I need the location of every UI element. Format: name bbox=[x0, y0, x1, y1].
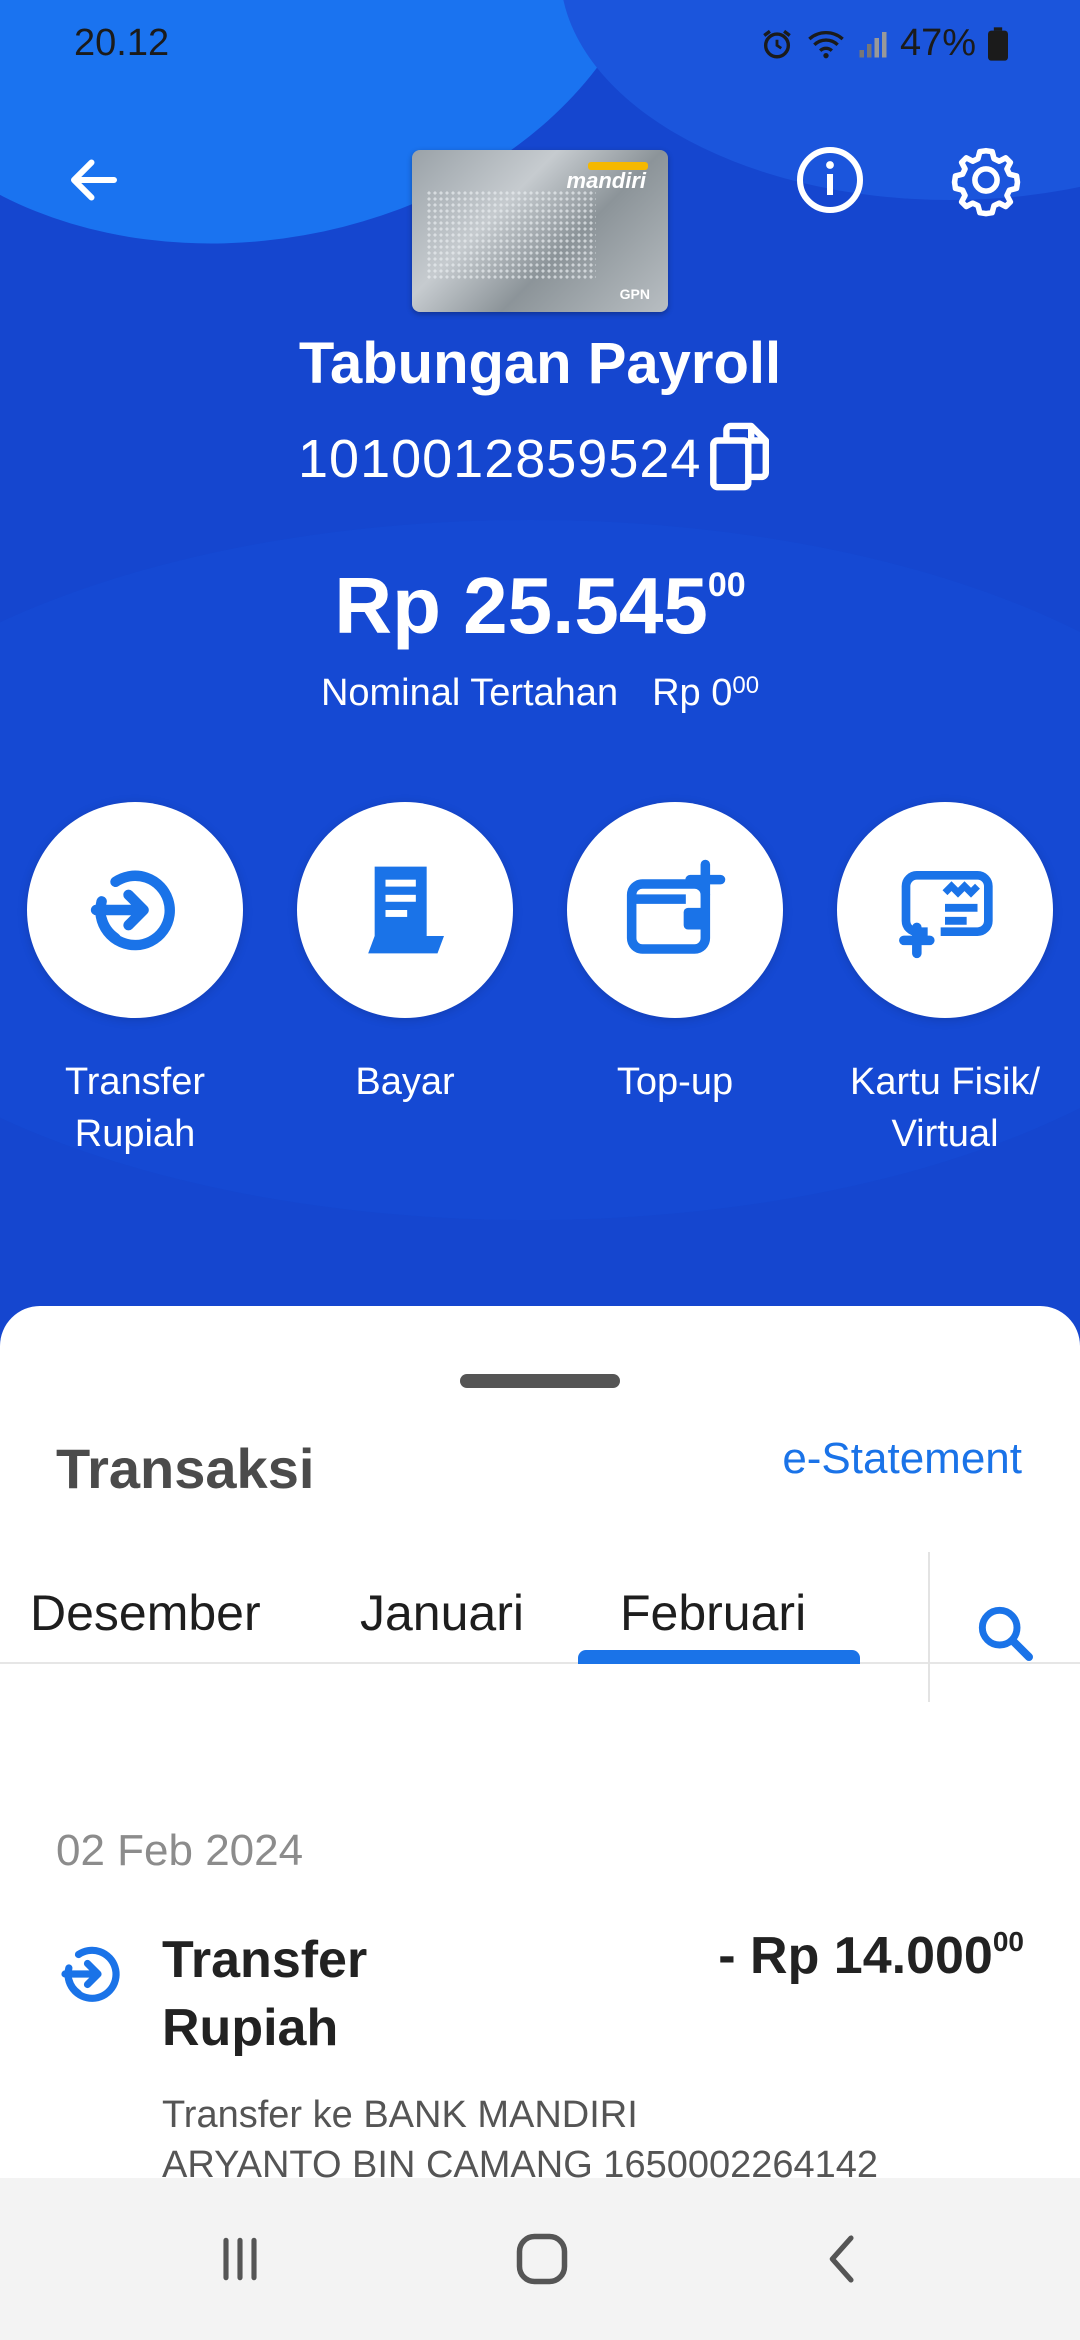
held-label: Nominal Tertahan bbox=[320, 672, 619, 714]
back-button[interactable] bbox=[54, 140, 134, 220]
info-button[interactable] bbox=[790, 140, 870, 220]
info-icon bbox=[797, 147, 863, 213]
tab-januari[interactable]: Januari bbox=[360, 1584, 524, 1642]
transaction-amount-value: - Rp 14.000 bbox=[718, 1927, 993, 1985]
copy-icon bbox=[710, 422, 769, 491]
action-icon-circle[interactable] bbox=[837, 802, 1053, 1018]
transaction-name-line2: Rupiah bbox=[162, 1999, 339, 2057]
settings-button[interactable] bbox=[946, 140, 1026, 220]
month-tabs: Desember Januari Februari bbox=[0, 1546, 1080, 1702]
transaction-amount: - Rp 14.00000 bbox=[718, 1926, 1024, 1986]
action-label-line1: Kartu Fisik/ bbox=[849, 1061, 1041, 1103]
action-transfer-rupiah[interactable]: Transfer Rupiah bbox=[0, 802, 270, 1160]
transaction-amount-cents: 00 bbox=[992, 1926, 1024, 1957]
card-add-icon bbox=[899, 871, 993, 959]
action-label-line1: Bayar bbox=[355, 1061, 455, 1103]
transaction-description: Transfer ke BANK MANDIRI ARYANTO BIN CAMA… bbox=[162, 2090, 878, 2190]
arrow-left-icon bbox=[71, 159, 117, 201]
card-map-pattern bbox=[426, 190, 596, 280]
search-icon bbox=[978, 1606, 1033, 1661]
copy-account-button[interactable] bbox=[706, 420, 776, 496]
action-bayar[interactable]: Bayar bbox=[270, 802, 540, 1108]
held-amount: Rp 0 bbox=[652, 672, 733, 714]
action-label-line2: Rupiah bbox=[74, 1113, 196, 1155]
transaction-desc-line1: Transfer ke BANK MANDIRI bbox=[162, 2094, 638, 2136]
sheet-drag-handle[interactable] bbox=[460, 1374, 620, 1388]
transaction-name-line1: Transfer bbox=[162, 1931, 368, 1989]
system-nav-bar bbox=[0, 2178, 1080, 2340]
tab-desember[interactable]: Desember bbox=[30, 1584, 261, 1642]
held-balance: Nominal Tertahan Rp 000 bbox=[0, 672, 1080, 715]
transaction-date-header: 02 Feb 2024 bbox=[56, 1826, 304, 1875]
battery-percent: 47% bbox=[899, 22, 976, 64]
action-label-line1: Top-up bbox=[616, 1061, 734, 1103]
bill-icon bbox=[368, 866, 444, 954]
alarm-icon bbox=[760, 27, 794, 61]
action-label: Transfer Rupiah bbox=[0, 1056, 270, 1160]
action-label: Top-up bbox=[540, 1056, 810, 1108]
account-title: Tabungan Payroll bbox=[298, 331, 782, 396]
account-number: 1010012859524 bbox=[298, 429, 702, 489]
active-tab-indicator bbox=[578, 1650, 860, 1664]
signal-icon bbox=[858, 27, 888, 61]
action-kartu-fisik-virtual[interactable]: Kartu Fisik/Virtual bbox=[810, 802, 1080, 1160]
gear-icon bbox=[951, 147, 1021, 217]
transactions-title: Transaksi bbox=[56, 1437, 315, 1500]
balance-amount: Rp 25.545 bbox=[334, 561, 708, 650]
account-balance: Rp 25.54500 bbox=[0, 560, 1080, 652]
status-icons: 47% bbox=[760, 22, 1008, 65]
card-network-logo: GPN bbox=[619, 286, 650, 302]
action-icon-circle[interactable] bbox=[297, 802, 513, 1018]
search-button[interactable] bbox=[970, 1598, 1040, 1668]
card-brand-logo: mandiri bbox=[566, 168, 646, 193]
action-label-line2: Virtual bbox=[891, 1113, 999, 1155]
estatement-link[interactable]: e-Statement bbox=[782, 1434, 1022, 1484]
action-label: Bayar bbox=[270, 1056, 540, 1108]
held-cents: 00 bbox=[732, 672, 760, 699]
action-icon-circle[interactable] bbox=[567, 802, 783, 1018]
transfer-icon bbox=[56, 1938, 128, 2015]
recent-apps-button[interactable] bbox=[200, 2224, 280, 2294]
transaction-name: Transfer Rupiah bbox=[162, 1926, 462, 2062]
home-icon bbox=[516, 2233, 568, 2285]
chevron-left-icon bbox=[829, 2235, 854, 2283]
status-bar: 20.12 47% bbox=[0, 0, 1080, 84]
wifi-icon bbox=[806, 27, 846, 61]
action-topup[interactable]: Top-up bbox=[540, 802, 810, 1108]
system-back-button[interactable] bbox=[804, 2224, 884, 2294]
home-button[interactable] bbox=[502, 2224, 582, 2294]
action-icon-circle[interactable] bbox=[27, 802, 243, 1018]
status-time: 20.12 bbox=[74, 22, 170, 64]
debit-card-image[interactable]: mandiri GPN bbox=[412, 150, 668, 312]
transfer-icon bbox=[90, 870, 175, 951]
tab-divider bbox=[928, 1552, 930, 1702]
tab-februari[interactable]: Februari bbox=[620, 1584, 806, 1642]
action-label: Kartu Fisik/Virtual bbox=[810, 1056, 1080, 1160]
action-label-line1: Transfer bbox=[64, 1061, 206, 1103]
wallet-plus-icon bbox=[626, 859, 726, 954]
battery-icon bbox=[988, 26, 1008, 61]
balance-cents: 00 bbox=[707, 566, 746, 604]
recent-apps-icon bbox=[223, 2237, 257, 2281]
